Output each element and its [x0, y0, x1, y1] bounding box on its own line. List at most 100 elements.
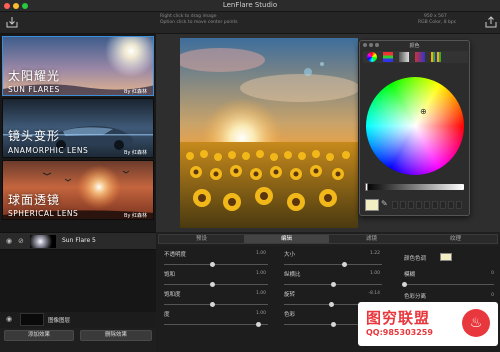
opacity-label: 不透明度 [164, 252, 187, 258]
aspect-ratio-label: 纵横比 [284, 272, 301, 278]
preset-list: 太阳耀光 SUN FLARES By 红森林 镜头变形 ANAMORPHIC L… [0, 34, 156, 232]
opacity-slider[interactable] [164, 264, 268, 265]
brightness-slider[interactable] [365, 183, 464, 191]
current-color-swatch[interactable] [365, 199, 379, 211]
color-picker-panel: 颜色 ⊕ ✎ [359, 40, 470, 216]
watermark-badge: 图穷联盟 QQ:985303259 ♨ [358, 302, 498, 346]
preset-title-zh: 球面透镜 [8, 193, 61, 207]
chromatic-label: 色彩分离 [404, 294, 427, 300]
swatch-slot[interactable] [392, 201, 398, 209]
flame-logo-icon: ♨ [462, 309, 490, 337]
preset-anamorphic-lens[interactable]: 镜头变形 ANAMORPHIC LENS By 红森林 [2, 98, 154, 158]
layer-name: Sun Flare 5 [62, 237, 96, 244]
degree-value: 1.00 [255, 311, 266, 316]
preset-spherical-lens[interactable]: 球面透镜 SPHERICAL LENS By 红森林 [2, 160, 154, 220]
tint-label: 颜色色调 [404, 256, 427, 262]
aspect-ratio-slider-thumb[interactable] [331, 282, 336, 287]
tab-edit[interactable]: 编辑 [244, 235, 329, 243]
preset-author: By 红森林 [124, 89, 147, 95]
pencils-tab-icon[interactable] [431, 52, 441, 62]
color-wheel[interactable]: ⊕ [366, 77, 464, 175]
palette-tab-icon[interactable] [399, 52, 409, 62]
preset-title-en: SUN FLARES [8, 85, 60, 94]
window-title: LenFlare Studio [222, 1, 278, 9]
blur-label: 模糊 [404, 272, 416, 278]
size-label: 大小 [284, 252, 296, 258]
swatch-slot[interactable] [408, 201, 414, 209]
rotation-slider-thumb[interactable] [329, 302, 334, 307]
delete-effect-button[interactable]: 删除效果 [80, 330, 152, 341]
slider-thumb[interactable] [365, 183, 368, 191]
opacity-value: 1.00 [255, 251, 266, 256]
gamma-slider-thumb[interactable] [210, 282, 215, 287]
swatch-slot[interactable] [440, 201, 446, 209]
size-slider-thumb[interactable] [342, 262, 347, 267]
lock-icon[interactable]: ⊘ [18, 237, 24, 245]
blur-slider-thumb[interactable] [402, 282, 407, 287]
color-shift-slider-thumb[interactable] [331, 322, 336, 327]
tab-filters[interactable]: 滤镜 [329, 235, 414, 243]
crosshair-icon: ⊕ [420, 107, 427, 116]
eye-icon[interactable]: ◉ [6, 237, 12, 245]
layer-list-area [0, 250, 156, 312]
watermark-qq: QQ:985303259 [366, 328, 433, 337]
swatch-slot[interactable] [456, 201, 462, 209]
saturation-slider[interactable] [164, 304, 268, 305]
rotation-value: -8.14 [368, 291, 380, 296]
swatch-slot[interactable] [448, 201, 454, 209]
saturation-slider-thumb[interactable] [210, 302, 215, 307]
eye-icon[interactable]: ◉ [6, 315, 12, 323]
sunflower-field-image [180, 38, 358, 228]
layer-thumbnail [30, 235, 56, 248]
gamma-value: 1.00 [255, 271, 266, 276]
sliders-tab-icon[interactable] [383, 52, 393, 62]
preset-sun-flares[interactable]: 太阳耀光 SUN FLARES By 红森林 [2, 36, 154, 96]
degree-label: 度 [164, 312, 170, 318]
watermark-title: 图穷联盟 [366, 309, 431, 327]
flare-layer-row[interactable]: ◉ ⊘ Sun Flare 5 [0, 232, 156, 250]
chromatic-value: 0 [491, 293, 494, 298]
preset-author: By 红森林 [124, 213, 147, 219]
editor-tabs: 预设 编辑 滤镜 纹理 [158, 234, 498, 244]
picker-mode-tabs [363, 51, 468, 63]
blur-value: 0 [491, 271, 494, 276]
degree-slider[interactable] [164, 324, 268, 325]
color-wheel-tab-icon[interactable] [367, 52, 377, 62]
background-layer-name: 图像图层 [48, 318, 71, 324]
swatch-slot[interactable] [432, 201, 438, 209]
tint-color-chip[interactable] [440, 253, 452, 261]
toolbar: Right click to drag image Option click t… [0, 12, 500, 34]
blur-slider[interactable] [404, 284, 494, 285]
preset-title-en: SPHERICAL LENS [8, 209, 79, 218]
import-icon[interactable] [5, 16, 19, 30]
background-thumbnail [20, 313, 44, 326]
size-slider[interactable] [284, 264, 382, 265]
image-palette-tab-icon[interactable] [415, 52, 425, 62]
toolbar-hint-2: Option click to move center points [160, 20, 238, 25]
degree-slider-thumb[interactable] [256, 322, 261, 327]
swatch-slot[interactable] [424, 201, 430, 209]
export-icon[interactable] [484, 16, 498, 30]
eyedropper-icon[interactable]: ✎ [381, 199, 388, 208]
color-info: RGB Color, 8 bpc [418, 20, 457, 25]
size-value: 1.22 [369, 251, 380, 256]
opacity-slider-thumb[interactable] [210, 262, 215, 267]
aspect-ratio-value: 1.00 [369, 271, 380, 276]
tab-textures[interactable]: 纹理 [414, 235, 497, 243]
swatch-slot[interactable] [400, 201, 406, 209]
title-bar: LenFlare Studio [0, 0, 500, 12]
background-layer-row[interactable]: ◉ 图像图层 [0, 312, 156, 328]
saturation-value: 1.00 [255, 291, 266, 296]
gamma-slider[interactable] [164, 284, 268, 285]
preset-title-zh: 镜头变形 [8, 129, 61, 143]
rotation-label: 旋转 [284, 292, 296, 298]
tab-presets[interactable]: 预设 [159, 235, 244, 243]
gamma-label: 饱和 [164, 272, 176, 278]
color-shift-label: 色彩 [284, 312, 296, 318]
color-picker-title: 颜色 [409, 43, 420, 49]
swatch-slot[interactable] [416, 201, 422, 209]
preset-author: By 红森林 [124, 150, 147, 156]
image-preview[interactable] [180, 38, 358, 228]
add-effect-button[interactable]: 添加效果 [4, 330, 74, 341]
saturation-label: 饱和度 [164, 292, 181, 298]
